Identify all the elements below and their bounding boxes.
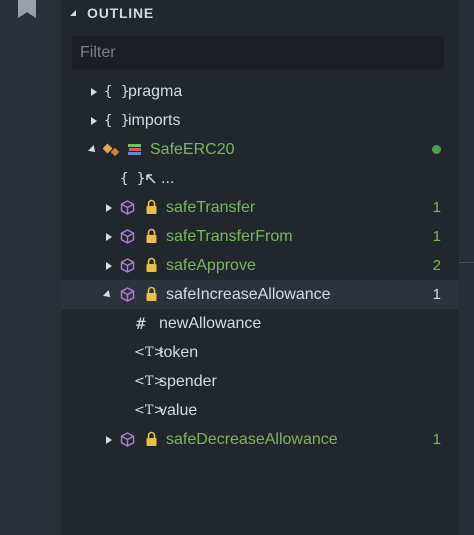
tree-item-imports[interactable]: { } imports [61, 106, 459, 135]
tree-item-label: safeTransferFrom [166, 227, 293, 245]
lock-icon [146, 431, 157, 446]
method-icon [120, 432, 135, 447]
tree-item-anonymous[interactable]: { } ... [61, 164, 459, 193]
tree-item-pragma[interactable]: { } pragma [61, 77, 459, 106]
tree-item-token[interactable]: <T> token [61, 338, 459, 367]
tree-item-label: safeIncreaseAllowance [166, 285, 331, 303]
library-icon [128, 144, 141, 155]
lock-icon [146, 286, 157, 301]
chevron-down-icon[interactable] [88, 144, 98, 155]
filter-input[interactable] [72, 36, 444, 69]
variable-icon: # [136, 314, 146, 333]
chevron-right-icon[interactable] [89, 116, 99, 126]
lock-icon [146, 199, 157, 214]
tree-item-safeincreaseallowance[interactable]: safeIncreaseAllowance 1 [61, 280, 459, 309]
chevron-right-icon[interactable] [89, 87, 99, 97]
method-icon [120, 229, 135, 244]
reference-count: 1 [432, 199, 441, 216]
tree-item-safeapprove[interactable]: safeApprove 2 [61, 251, 459, 280]
tree-item-label: token [159, 343, 199, 361]
tree-item-safeerc20[interactable]: SafeERC20 [61, 135, 459, 164]
tree-item-label: imports [128, 111, 181, 129]
bookmark-icon[interactable] [18, 0, 36, 18]
contract-icon [103, 143, 120, 157]
method-icon [120, 258, 135, 273]
status-dot [432, 145, 441, 154]
method-icon [120, 287, 135, 302]
tree-item-safetransfer[interactable]: safeTransfer 1 [61, 193, 459, 222]
tree-item-label: safeApprove [166, 256, 256, 274]
chevron-right-icon[interactable] [104, 435, 114, 445]
activity-bar [0, 0, 61, 535]
tree-item-label: spender [159, 372, 217, 390]
tree-item-spender[interactable]: <T> spender [61, 367, 459, 396]
chevron-right-icon[interactable] [104, 203, 114, 213]
lock-icon [146, 228, 157, 243]
braces-icon: { } [104, 83, 130, 100]
tree-item-label: value [159, 401, 198, 419]
tree-item-label: safeTransfer [166, 198, 256, 216]
chevron-right-icon[interactable] [104, 232, 114, 242]
method-icon [120, 200, 135, 215]
outline-title: OUTLINE [87, 5, 155, 21]
outline-tree: { } pragma { } imports SafeERC20 {} ...… [61, 77, 459, 454]
arrow-up-left-icon [146, 174, 156, 184]
chevron-right-icon[interactable] [104, 261, 114, 271]
tree-item-safetransferfrom[interactable]: safeTransferFrom 1 [61, 222, 459, 251]
tree-item-safedecreaseallowance[interactable]: safeDecreaseAllowance 1 [61, 425, 459, 454]
divider [459, 262, 474, 263]
editor-edge [459, 0, 474, 535]
tree-item-value[interactable]: <T> value [61, 396, 459, 425]
tree-item-label: newAllowance [159, 314, 262, 332]
reference-count: 2 [432, 257, 441, 274]
braces-icon: { } [104, 112, 130, 129]
tree-item-label: safeDecreaseAllowance [166, 430, 338, 448]
reference-count: 1 [432, 228, 441, 245]
chevron-down-icon[interactable] [69, 9, 77, 17]
braces-icon: { } [120, 170, 146, 187]
chevron-down-icon[interactable] [103, 289, 113, 300]
tree-item-newallowance[interactable]: # newAllowance [61, 309, 459, 338]
tree-item-label: pragma [128, 82, 183, 100]
lock-icon [146, 257, 157, 272]
reference-count: 1 [432, 286, 441, 303]
reference-count: 1 [432, 431, 441, 448]
outline-header[interactable]: OUTLINE [61, 0, 459, 26]
outline-panel: OUTLINE { } pragma { } imports [61, 0, 459, 535]
tree-item-label: ... [161, 169, 175, 187]
tree-item-label: SafeERC20 [150, 140, 235, 158]
